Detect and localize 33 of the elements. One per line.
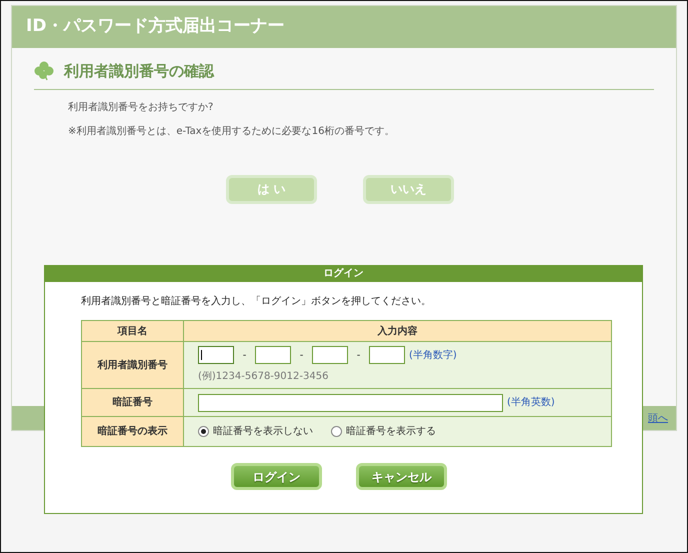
input-field[interactable] <box>312 346 348 364</box>
option-label: 暗証番号を表示する <box>346 424 436 439</box>
window-title: ID・パスワード方式届出コーナー <box>12 6 676 48</box>
row-label: 利用者識別番号 <box>82 342 184 388</box>
column-header: 入力内容 <box>184 320 612 342</box>
hint-text: (半角英数) <box>507 396 555 410</box>
dialog-button[interactable]: キャンセル <box>356 463 447 490</box>
choice-button[interactable]: は い <box>226 174 317 204</box>
dialog-button[interactable]: ログイン <box>231 463 322 490</box>
instruction-text: 利用者識別番号と暗証番号を入力し、「ログイン」ボタンを押してください。 <box>80 294 432 309</box>
clover-icon <box>34 61 54 82</box>
column-header: 項目名 <box>82 320 184 342</box>
body-text: 利用者識別番号をお持ちですか? <box>68 100 214 114</box>
option-label: 暗証番号を表示しない <box>213 424 313 439</box>
page-top-link[interactable]: 頭へ <box>648 410 668 426</box>
row-label: 暗証番号の表示 <box>82 416 184 446</box>
separator-text: - <box>298 348 304 362</box>
body-text: ※利用者識別番号とは、e-Taxを使用するために必要な16桁の番号です。 <box>68 124 396 138</box>
dialog-title: ログイン <box>45 266 642 282</box>
input-field[interactable] <box>369 346 405 364</box>
row-label: 暗証番号 <box>82 388 184 416</box>
password-field[interactable] <box>198 394 503 412</box>
text-cursor <box>201 350 202 360</box>
input-field[interactable] <box>255 346 291 364</box>
radio-button[interactable] <box>331 426 342 437</box>
section-heading: 利用者識別番号の確認 <box>64 61 214 82</box>
hint-text: (半角数字) <box>409 348 457 362</box>
example-text: (例)1234-5678-9012-3456 <box>198 370 330 384</box>
choice-button[interactable]: いいえ <box>363 174 454 204</box>
radio-button[interactable] <box>198 426 209 437</box>
input-field[interactable] <box>198 346 234 364</box>
separator-text: - <box>242 348 248 362</box>
separator-text: - <box>356 348 362 362</box>
